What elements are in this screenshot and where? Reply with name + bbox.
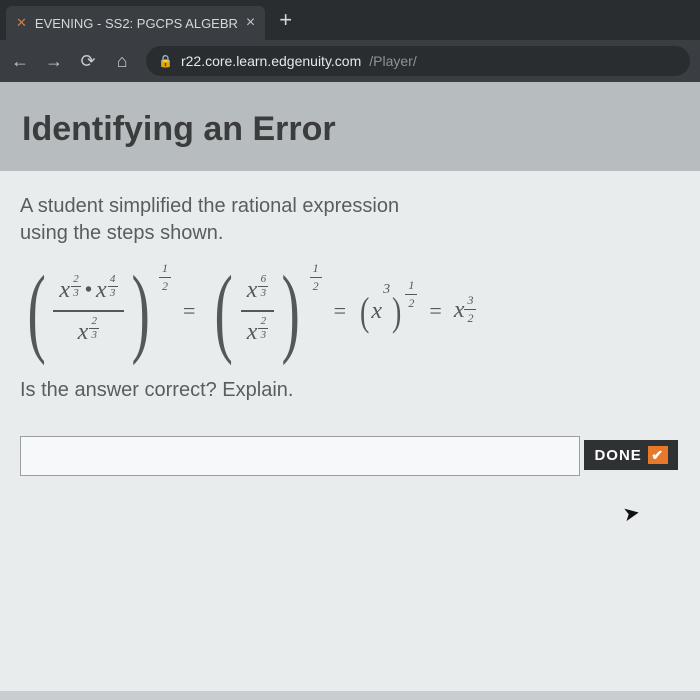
fraction-1-numerator: x 2 3 • x 4 3 — [53, 274, 123, 306]
math-term-1: ( x 2 3 • x 4 — [20, 271, 157, 351]
question-text: Is the answer correct? Explain. — [20, 379, 680, 402]
done-button[interactable]: DONE ✔ — [584, 440, 677, 470]
fraction-bar — [53, 310, 123, 312]
cursor-icon: ➤ — [621, 500, 642, 528]
new-tab-button[interactable]: + — [279, 7, 292, 33]
done-label: DONE — [594, 447, 641, 464]
exponent: 3 — [383, 282, 390, 298]
check-icon: ✔ — [648, 446, 668, 464]
close-tab-icon[interactable]: × — [246, 14, 255, 32]
x-term: x 2 3 — [247, 320, 269, 344]
prompt-line-1: A student simplified the rational expres… — [20, 195, 399, 217]
tab-favicon: ✕ — [16, 15, 27, 31]
browser-toolbar: ← → ⟳ ⌂ 🔒 r22.core.learn.edgenuity.com/P… — [0, 40, 700, 82]
address-bar[interactable]: 🔒 r22.core.learn.edgenuity.com/Player/ — [146, 46, 690, 76]
back-icon[interactable]: ← — [10, 51, 30, 72]
math-expression: ( x 2 3 • x 4 — [20, 271, 680, 351]
page-title: Identifying an Error — [22, 110, 678, 149]
lock-icon: 🔒 — [158, 54, 173, 68]
x-term: x 2 3 — [59, 278, 81, 302]
exponent: 4 3 — [108, 274, 118, 299]
exponent: 3 2 — [464, 293, 476, 326]
exponent: 2 3 — [71, 274, 81, 299]
outer-exponent: 1 2 — [159, 261, 171, 294]
right-paren-icon: ) — [392, 288, 401, 335]
forward-icon[interactable]: → — [44, 51, 64, 72]
exponent: 2 3 — [89, 316, 99, 341]
math-term-3: ( x 3 ) 1 2 — [358, 288, 403, 335]
page-header: Identifying an Error — [0, 82, 700, 171]
fraction-1: x 2 3 • x 4 3 — [53, 274, 123, 348]
var-x: x — [59, 278, 70, 302]
answer-input[interactable] — [20, 436, 580, 476]
right-paren-icon: ) — [131, 271, 149, 351]
url-host: r22.core.learn.edgenuity.com — [181, 53, 361, 69]
fraction-1-denominator: x 2 3 — [72, 316, 106, 348]
left-paren-icon: ( — [27, 271, 45, 351]
fraction-2-denominator: x 2 3 — [241, 316, 275, 348]
tab-title: EVENING - SS2: PGCPS ALGEBR — [35, 16, 238, 31]
browser-tab-strip: ✕ EVENING - SS2: PGCPS ALGEBR × + — [0, 0, 700, 40]
equals-sign: = — [334, 298, 346, 324]
browser-tab[interactable]: ✕ EVENING - SS2: PGCPS ALGEBR × — [6, 6, 265, 40]
math-term-final: x 3 2 — [454, 297, 477, 326]
x-term: x 6 3 — [247, 278, 269, 302]
right-paren-icon: ) — [282, 271, 300, 351]
url-path: /Player/ — [369, 53, 416, 69]
exponent: 2 3 — [258, 316, 268, 341]
prompt-line-2: using the steps shown. — [20, 222, 223, 244]
fraction-2: x 6 3 x 2 3 — [241, 274, 275, 348]
equals-sign: = — [183, 298, 195, 324]
fraction-2-numerator: x 6 3 — [241, 274, 275, 306]
x-term: x 3 — [371, 298, 390, 325]
home-icon[interactable]: ⌂ — [112, 51, 132, 72]
fraction-bar — [241, 310, 275, 312]
left-paren-icon: ( — [215, 271, 233, 351]
math-term-2: ( x 6 3 x — [207, 271, 307, 351]
x-term: x 4 3 — [96, 278, 118, 302]
reload-icon[interactable]: ⟳ — [78, 51, 98, 72]
prompt-text: A student simplified the rational expres… — [20, 193, 680, 247]
exponent: 6 3 — [258, 274, 268, 299]
left-paren-icon: ( — [360, 288, 369, 335]
x-term: x 2 3 — [78, 320, 100, 344]
content-panel: A student simplified the rational expres… — [0, 171, 700, 691]
multiply-dot: • — [85, 280, 92, 300]
outer-exponent: 1 2 — [405, 278, 417, 311]
equals-sign: = — [429, 298, 441, 324]
outer-exponent: 1 2 — [310, 261, 322, 294]
